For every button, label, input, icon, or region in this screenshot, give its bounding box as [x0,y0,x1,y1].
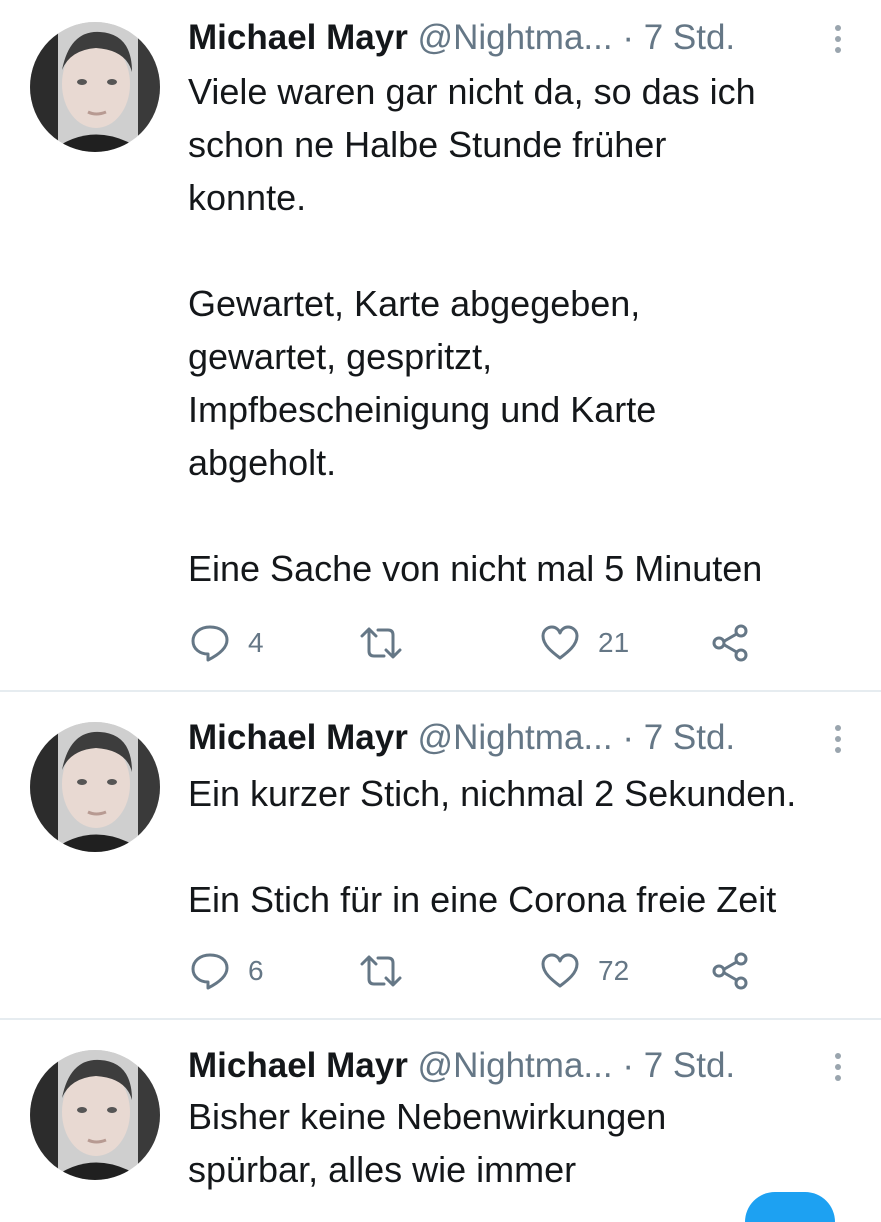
timestamp[interactable]: 7 Std. [644,18,735,57]
like-button[interactable]: 21 [540,621,629,665]
reply-button[interactable]: 4 [190,621,264,665]
tweet-actions: 4 21 [190,621,790,665]
reply-icon [191,953,229,990]
author-handle[interactable]: @Nightma... [418,18,613,57]
tweet-paragraph: Bisher keine Nebenwirkungen spürbar, all… [188,1090,858,1196]
text-line: spürbar, alles wie immer [188,1149,577,1190]
author-name[interactable]: Michael Mayr [188,18,408,57]
text-line: abgeholt. [188,442,337,483]
retweet-icon [360,627,402,659]
tweet-text: Ein kurzer Stich, nichmal 2 Sekunden. Ei… [188,767,858,926]
avatar[interactable] [30,22,160,152]
heart-icon [541,625,579,660]
separator-dot: · [622,718,634,757]
tweet-header: Michael Mayr @Nightma... · 7 Std. [188,716,841,760]
tweet-text: Bisher keine Nebenwirkungen spürbar, all… [188,1090,858,1196]
tweet-paragraph: Ein Stich für in eine Corona freie Zeit [188,873,858,926]
tweet[interactable]: Michael Mayr @Nightma... · 7 Std. Bisher… [0,1020,881,1200]
avatar[interactable] [30,1050,160,1180]
share-icon [712,624,748,662]
text-line: Eine Sache von nicht mal 5 Minuten [188,548,763,589]
tweet-paragraph: Ein kurzer Stich, nichmal 2 Sekunden. [188,767,858,820]
avatar-photo [30,1050,160,1180]
text-line: Ein kurzer Stich, nichmal 2 Sekunden. [188,773,797,814]
tweet[interactable]: Michael Mayr @Nightma... · 7 Std. Ein ku… [0,692,881,1019]
text-line: Impfbescheinigung und Karte [188,389,657,430]
text-line: gewartet, gespritzt, [188,336,493,377]
reply-count: 6 [248,955,264,986]
text-line: Gewartet, Karte abgegeben, [188,283,641,324]
author-name[interactable]: Michael Mayr [188,718,408,757]
reply-button[interactable]: 6 [190,949,264,993]
tweet[interactable]: Michael Mayr @Nightma... · 7 Std. Viele … [0,0,881,691]
like-count: 21 [598,627,630,658]
separator-dot: · [622,18,634,57]
tweet-header: Michael Mayr @Nightma... · 7 Std. [188,1044,841,1088]
tweet-paragraph: Gewartet, Karte abgegeben, gewartet, ges… [188,277,858,489]
timestamp[interactable]: 7 Std. [644,718,735,757]
more-vertical-icon[interactable] [833,24,843,54]
compose-tweet-button[interactable] [745,1192,835,1222]
like-button[interactable]: 72 [540,949,629,993]
retweet-icon [360,955,402,987]
separator-dot: · [622,1046,634,1085]
share-icon [712,952,748,990]
text-line: konnte. [188,177,307,218]
tweet-actions: 6 72 [190,949,790,993]
heart-icon [541,953,579,988]
more-vertical-icon[interactable] [833,1052,843,1082]
share-button[interactable] [710,949,750,993]
author-handle[interactable]: @Nightma... [418,718,613,757]
avatar-photo [30,722,160,852]
reply-count: 4 [248,627,264,658]
tweet-paragraph: Viele waren gar nicht da, so das ich sch… [188,65,858,224]
tweet-paragraph: Eine Sache von nicht mal 5 Minuten [188,542,858,595]
avatar[interactable] [30,722,160,852]
tweet-header: Michael Mayr @Nightma... · 7 Std. [188,16,841,60]
avatar-photo [30,22,160,152]
text-line: schon ne Halbe Stunde früher [188,124,667,165]
text-line: Viele waren gar nicht da, so das ich [188,71,756,112]
retweet-button[interactable] [358,949,422,993]
retweet-button[interactable] [358,621,422,665]
timestamp[interactable]: 7 Std. [644,1046,735,1085]
reply-icon [191,625,229,662]
author-handle[interactable]: @Nightma... [418,1046,613,1085]
text-line: Bisher keine Nebenwirkungen [188,1096,667,1137]
like-count: 72 [598,955,630,986]
author-name[interactable]: Michael Mayr [188,1046,408,1085]
tweet-text: Viele waren gar nicht da, so das ich sch… [188,65,858,595]
text-line: Ein Stich für in eine Corona freie Zeit [188,879,777,920]
more-vertical-icon[interactable] [833,724,843,754]
share-button[interactable] [710,621,750,665]
